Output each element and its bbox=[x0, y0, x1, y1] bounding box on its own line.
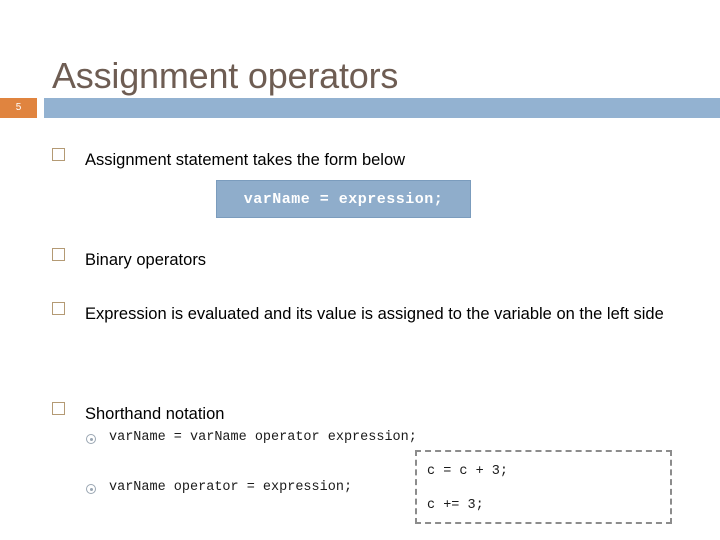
example-code-line-longform: c = c + 3; bbox=[427, 464, 509, 479]
bullet-item-expression: Expression is evaluated and its value is… bbox=[52, 296, 692, 332]
example-code-box: c = c + 3; c += 3; bbox=[415, 450, 672, 524]
slide-body: Assignment statement takes the form belo… bbox=[0, 118, 720, 540]
sub-bullet-text-shorthand-form: varName operator = expression; bbox=[109, 480, 353, 495]
slide-number-badge: 5 bbox=[0, 98, 37, 118]
sub-bullet-shorthand-form: varName operator = expression; bbox=[86, 480, 352, 496]
header-accent-bar bbox=[44, 98, 720, 118]
header-band: 5 bbox=[0, 98, 720, 118]
example-code-line-shortform: c += 3; bbox=[427, 498, 484, 513]
square-bullet-icon bbox=[52, 402, 65, 415]
bullet-text-binary: Binary operators bbox=[85, 251, 207, 269]
bullet-item-binary: Binary operators bbox=[52, 242, 472, 278]
square-bullet-icon bbox=[52, 248, 65, 261]
code-highlight-text: varName = expression; bbox=[243, 190, 444, 208]
square-bullet-icon bbox=[52, 148, 65, 161]
bullet-text-shorthand: Shorthand notation bbox=[85, 405, 225, 423]
bullet-item-form: Assignment statement takes the form belo… bbox=[52, 142, 672, 178]
sub-bullet-compound-form: varName = varName operator expression; bbox=[86, 430, 417, 446]
slide-title: Assignment operators bbox=[52, 55, 399, 97]
sub-bullet-text-compound-form: varName = varName operator expression; bbox=[109, 430, 417, 445]
bullet-text-form: Assignment statement takes the form belo… bbox=[85, 151, 406, 169]
circle-dot-bullet-icon bbox=[86, 434, 96, 444]
circle-dot-bullet-icon bbox=[86, 484, 96, 494]
bullet-text-expression: Expression is evaluated and its value is… bbox=[85, 305, 664, 323]
square-bullet-icon bbox=[52, 302, 65, 315]
bullet-item-shorthand: Shorthand notation bbox=[52, 396, 472, 432]
slide: Assignment operators 5 Assignment statem… bbox=[0, 0, 720, 540]
code-highlight-box: varName = expression; bbox=[216, 180, 471, 218]
